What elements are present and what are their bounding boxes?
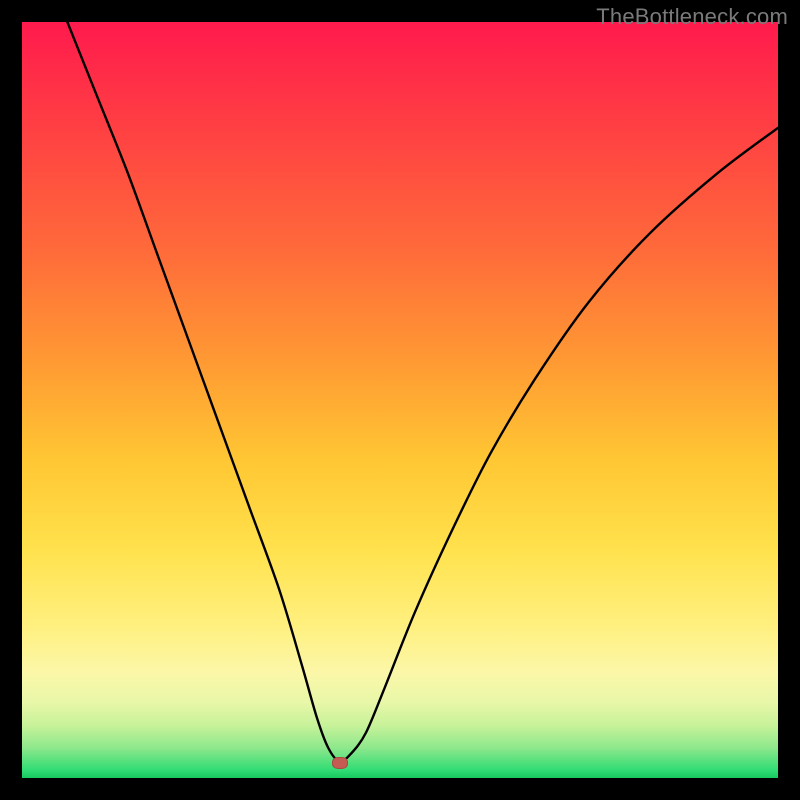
- watermark-label: TheBottleneck.com: [596, 4, 788, 30]
- optimal-point-marker: [332, 757, 348, 769]
- bottleneck-curve: [22, 22, 778, 778]
- plot-area: [22, 22, 778, 778]
- chart-frame: TheBottleneck.com: [0, 0, 800, 800]
